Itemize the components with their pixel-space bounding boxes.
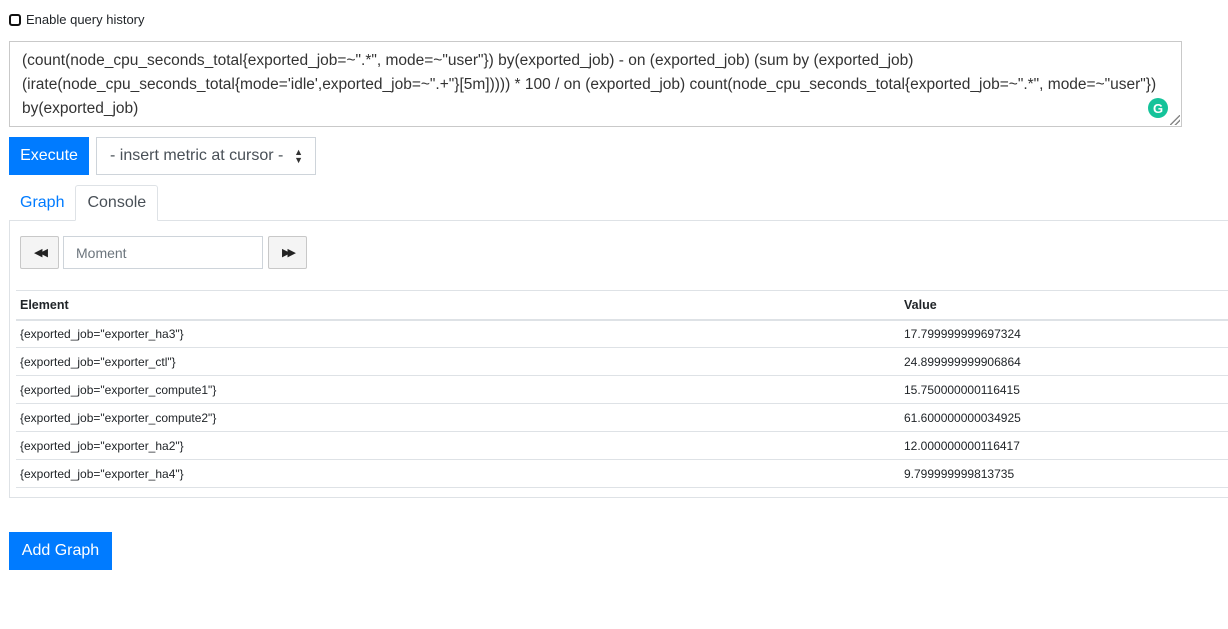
expression-input[interactable]: (count(node_cpu_seconds_total{exported_j… <box>9 41 1182 127</box>
tab-console[interactable]: Console <box>75 185 159 221</box>
fast-backward-button[interactable]: ◀◀ <box>20 236 59 269</box>
row-value: 9.799999999813735 <box>900 459 1228 488</box>
grammarly-icon[interactable]: G <box>1148 98 1168 118</box>
table-header-row: Element Value <box>16 290 1228 321</box>
insert-metric-select[interactable]: - insert metric at cursor - ▲ ▼ <box>96 137 316 175</box>
results-table: Element Value {exported_job="exporter_ha… <box>16 290 1228 488</box>
execute-button[interactable]: Execute <box>9 137 89 175</box>
fast-forward-icon: ▶▶ <box>282 247 296 259</box>
fast-backward-icon: ◀◀ <box>34 247 48 259</box>
tab-graph[interactable]: Graph <box>9 185 75 221</box>
row-value: 15.750000000116415 <box>900 375 1228 404</box>
row-element: {exported_job="exporter_ha4"} <box>16 459 900 488</box>
row-element: {exported_job="exporter_ha3"} <box>16 319 900 348</box>
row-value: 12.000000000116417 <box>900 431 1228 460</box>
moment-input[interactable]: Moment <box>63 236 263 269</box>
row-element: {exported_job="exporter_compute2"} <box>16 403 900 432</box>
view-tabs: Graph Console <box>9 185 159 221</box>
query-history-toggle[interactable]: Enable query history <box>9 12 145 27</box>
table-row: {exported_job="exporter_compute2"} 61.60… <box>16 403 1228 432</box>
table-row: {exported_job="exporter_ha2"} 12.0000000… <box>16 431 1228 460</box>
table-row: {exported_job="exporter_ha3"} 17.7999999… <box>16 319 1228 348</box>
metric-select-label: - insert metric at cursor - <box>110 147 284 164</box>
history-checkbox[interactable] <box>9 13 21 26</box>
row-value: 61.600000000034925 <box>900 403 1228 432</box>
row-element: {exported_job="exporter_ha2"} <box>16 431 900 460</box>
fast-forward-button[interactable]: ▶▶ <box>268 236 307 269</box>
row-value: 24.899999999906864 <box>900 347 1228 376</box>
sort-arrows-icon: ▲ ▼ <box>294 147 303 165</box>
add-graph-button[interactable]: Add Graph <box>9 532 112 570</box>
table-row: {exported_job="exporter_ctl"} 24.8999999… <box>16 347 1228 376</box>
row-element: {exported_job="exporter_compute1"} <box>16 375 900 404</box>
table-row: {exported_job="exporter_compute1"} 15.75… <box>16 375 1228 404</box>
row-element: {exported_job="exporter_ctl"} <box>16 347 900 376</box>
history-label: Enable query history <box>26 12 145 27</box>
column-header-element: Element <box>16 290 900 321</box>
table-row: {exported_job="exporter_ha4"} 9.79999999… <box>16 459 1228 488</box>
row-value: 17.799999999697324 <box>900 319 1228 348</box>
column-header-value: Value <box>900 290 1228 321</box>
resize-handle[interactable] <box>1170 115 1180 125</box>
